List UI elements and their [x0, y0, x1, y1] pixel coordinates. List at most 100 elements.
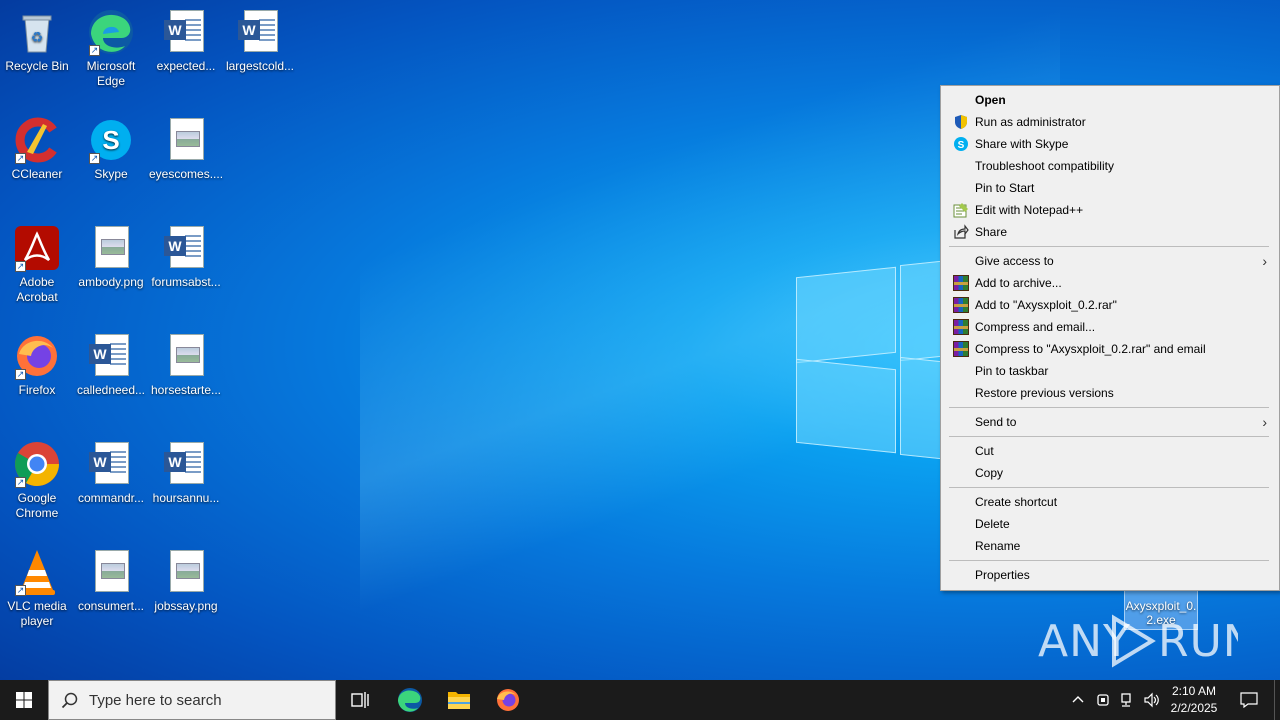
menu-item-label: Compress to "Axysxploit_0.2.rar" and ema…	[975, 342, 1206, 356]
menu-item-give-access-to[interactable]: Give access to ›	[943, 250, 1277, 272]
menu-item-label: Rename	[975, 539, 1021, 553]
desktop-icon-eyescomes[interactable]: eyescomes....	[149, 116, 223, 182]
search-icon	[61, 692, 78, 709]
desktop-icon-consumert[interactable]: consumert...	[74, 548, 148, 614]
menu-item-label: Compress and email...	[975, 320, 1096, 334]
clock-time: 2:10 AM	[1171, 684, 1217, 698]
svg-text:ANY: ANY	[1038, 616, 1131, 667]
desktop-icon-label: Recycle Bin	[5, 59, 69, 73]
desktop-icon-largestcold[interactable]: W largestcold...	[223, 8, 297, 74]
menu-item-compress-and-email[interactable]: Compress and email...	[943, 316, 1277, 338]
desktop-icon-firefox[interactable]: ↗ Firefox	[0, 332, 74, 398]
desktop-icon-recycle-bin[interactable]: ♻ Recycle Bin	[0, 8, 74, 74]
desktop-icon-adobe-acrobat[interactable]: ↗ Adobe Acrobat	[0, 224, 74, 305]
menu-separator	[949, 560, 1269, 561]
start-button[interactable]	[0, 680, 48, 720]
menu-item-label: Run as administrator	[975, 115, 1086, 129]
menu-item-create-shortcut[interactable]: Create shortcut	[943, 491, 1277, 513]
winrar-icon	[953, 275, 969, 291]
desktop-icon-commandr[interactable]: W commandr...	[74, 440, 148, 506]
menu-item-label: Create shortcut	[975, 495, 1058, 509]
task-view-icon	[351, 692, 369, 708]
menu-item-delete[interactable]: Delete	[943, 513, 1277, 535]
menu-item-label: Share	[975, 225, 1008, 239]
menu-item-add-to-rar[interactable]: Add to "Axysxploit_0.2.rar"	[943, 294, 1277, 316]
menu-item-edit-with-notepadpp[interactable]: Edit with Notepad++	[943, 199, 1277, 221]
desktop-icon-label: ambody.png	[78, 275, 144, 289]
menu-item-cut[interactable]: Cut	[943, 440, 1277, 462]
svg-text:♻: ♻	[31, 29, 44, 45]
desktop-icon-expected[interactable]: W expected...	[149, 8, 223, 74]
menu-item-rename[interactable]: Rename	[943, 535, 1277, 557]
share-icon	[953, 224, 969, 240]
menu-item-compress-to-rar-and-email[interactable]: Compress to "Axysxploit_0.2.rar" and ema…	[943, 338, 1277, 360]
taskbar: Type here to search 2:10 AM 2/2/2025	[0, 680, 1280, 720]
action-center-icon[interactable]	[1240, 692, 1258, 709]
desktop-icon-label: consumert...	[77, 599, 145, 613]
menu-item-label: Open	[975, 93, 1006, 107]
clock-date: 2/2/2025	[1170, 701, 1218, 715]
desktop-icon-vlc[interactable]: ↗ VLC media player	[0, 548, 74, 629]
menu-item-label: Add to "Axysxploit_0.2.rar"	[975, 298, 1117, 312]
desktop-icon-microsoft-edge[interactable]: ↗ Microsoft Edge	[74, 8, 148, 89]
desktop-icon-label: expected...	[156, 59, 216, 73]
desktop-icon-forumsabst[interactable]: W forumsabst...	[149, 224, 223, 290]
desktop-icon-label: Firefox	[18, 383, 56, 397]
taskbar-clock[interactable]: 2:10 AM 2/2/2025	[1164, 683, 1224, 717]
taskbar-firefox-button[interactable]	[484, 680, 532, 720]
desktop-icon-calledneed[interactable]: W calledneed...	[74, 332, 148, 398]
menu-item-restore-previous-versions[interactable]: Restore previous versions	[943, 382, 1277, 404]
image-file-icon	[87, 548, 135, 596]
image-file-icon	[162, 332, 210, 380]
task-view-button[interactable]	[336, 680, 384, 720]
winrar-icon	[953, 341, 969, 357]
desktop-icon-ccleaner[interactable]: ↗ CCleaner	[0, 116, 74, 182]
menu-item-troubleshoot-compatibility[interactable]: Troubleshoot compatibility	[943, 155, 1277, 177]
menu-item-pin-to-taskbar[interactable]: Pin to taskbar	[943, 360, 1277, 382]
menu-item-share-with-skype[interactable]: S Share with Skype	[943, 133, 1277, 155]
menu-item-send-to[interactable]: Send to ›	[943, 411, 1277, 433]
word-doc-icon: W	[236, 8, 284, 56]
image-file-icon	[162, 548, 210, 596]
menu-item-share[interactable]: Share	[943, 221, 1277, 243]
desktop-icon-label: Microsoft Edge	[86, 59, 136, 88]
taskbar-search-box[interactable]: Type here to search	[48, 680, 336, 720]
desktop-icon-horsestarte[interactable]: horsestarte...	[149, 332, 223, 398]
firefox-icon: ↗	[13, 332, 61, 380]
network-icon[interactable]	[1119, 692, 1135, 708]
word-doc-icon: W	[162, 440, 210, 488]
image-file-icon	[87, 224, 135, 272]
menu-separator	[949, 436, 1269, 437]
menu-item-pin-to-start[interactable]: Pin to Start	[943, 177, 1277, 199]
desktop-icon-jobssay[interactable]: jobssay.png	[149, 548, 223, 614]
edge-icon	[398, 688, 422, 712]
menu-item-run-as-administrator[interactable]: Run as administrator	[943, 111, 1277, 133]
svg-text:S: S	[102, 125, 119, 155]
show-hidden-icons-chevron-icon[interactable]	[1070, 692, 1086, 708]
taskbar-file-explorer-button[interactable]	[435, 680, 483, 720]
desktop-icon-google-chrome[interactable]: ↗ Google Chrome	[0, 440, 74, 521]
desktop-icon-label: calledneed...	[76, 383, 146, 397]
device-status-icon[interactable]	[1095, 692, 1111, 708]
menu-item-label: Cut	[975, 444, 994, 458]
menu-item-open[interactable]: Open	[943, 89, 1277, 111]
volume-icon[interactable]	[1143, 692, 1159, 708]
desktop-icon-label: forumsabst...	[151, 275, 221, 289]
desktop-icon-hoursannu[interactable]: W hoursannu...	[149, 440, 223, 506]
menu-item-add-to-archive[interactable]: Add to archive...	[943, 272, 1277, 294]
menu-item-properties[interactable]: Properties	[943, 564, 1277, 586]
menu-item-label: Add to archive...	[975, 276, 1062, 290]
edge-icon: ↗	[87, 8, 135, 56]
word-doc-icon: W	[162, 224, 210, 272]
menu-item-label: Share with Skype	[975, 137, 1069, 151]
context-menu: Open Run as administrator S Share with S…	[940, 85, 1280, 591]
ccleaner-icon: ↗	[13, 116, 61, 164]
menu-item-copy[interactable]: Copy	[943, 462, 1277, 484]
menu-item-label: Delete	[975, 517, 1010, 531]
desktop-icon-ambody[interactable]: ambody.png	[74, 224, 148, 290]
show-desktop-button[interactable]	[1274, 680, 1275, 720]
taskbar-edge-button[interactable]	[386, 680, 434, 720]
image-file-icon	[162, 116, 210, 164]
desktop-icon-skype[interactable]: S ↗ Skype	[74, 116, 148, 182]
skype-icon: S ↗	[87, 116, 135, 164]
